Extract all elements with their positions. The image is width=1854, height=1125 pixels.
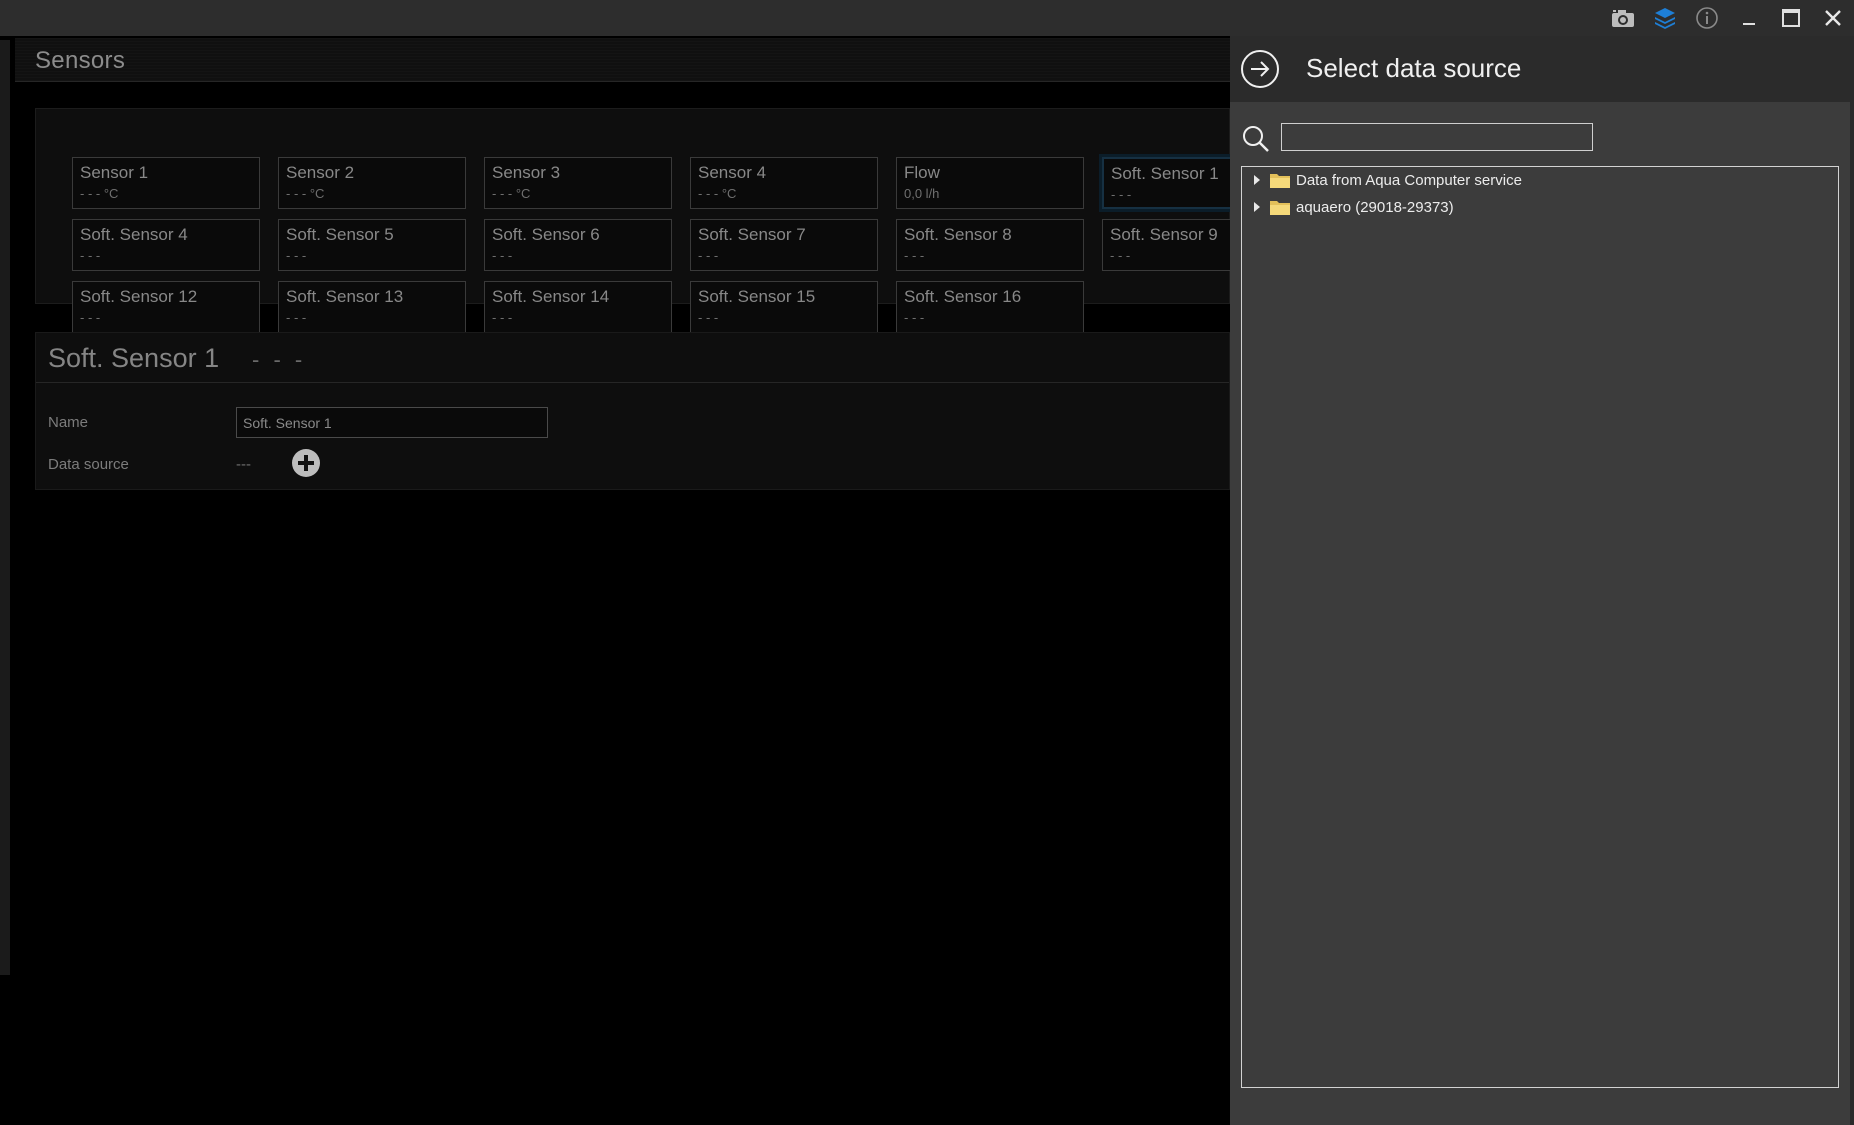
tree-item[interactable]: Data from Aqua Computer service — [1250, 168, 1522, 192]
tile-value: - - - — [1111, 187, 1132, 202]
tile-name: Soft. Sensor 16 — [904, 287, 1022, 306]
sensor-detail-panel: Soft. Sensor 1 - - - Name Data source --… — [35, 332, 1230, 490]
sensor-tile[interactable]: Sensor 2 - - - °C — [278, 157, 466, 209]
sensors-header: Sensors — [15, 38, 1230, 82]
select-datasource-drawer: Select data source Data from Aqua Comput… — [1230, 36, 1854, 1125]
drawer-title: Select data source — [1306, 53, 1522, 83]
tile-name: Soft. Sensor 1 — [1111, 164, 1219, 183]
detail-header: Soft. Sensor 1 - - - — [36, 333, 1229, 383]
tile-value: - - - — [286, 310, 307, 325]
minimize-icon[interactable] — [1728, 0, 1770, 36]
sensor-tile[interactable]: Flow 0,0 l/h — [896, 157, 1084, 209]
sensor-tile[interactable]: Soft. Sensor 13 - - - — [278, 281, 466, 333]
plus-circle-icon — [292, 449, 320, 477]
tile-name: Soft. Sensor 9 — [1110, 225, 1218, 244]
sensor-tile[interactable]: Soft. Sensor 14 - - - — [484, 281, 672, 333]
info-icon[interactable] — [1686, 0, 1728, 36]
sensor-tile[interactable]: Soft. Sensor 9 - - - — [1102, 219, 1232, 271]
sensor-tile[interactable]: Soft. Sensor 8 - - - — [896, 219, 1084, 271]
sensor-tile[interactable]: Sensor 1 - - - °C — [72, 157, 260, 209]
tile-name: Soft. Sensor 7 — [698, 225, 806, 244]
tile-name: Flow — [904, 163, 940, 182]
expand-arrow-icon[interactable] — [1250, 200, 1264, 214]
tile-name: Soft. Sensor 12 — [80, 287, 198, 306]
expand-arrow-icon[interactable] — [1250, 173, 1264, 187]
tile-name: Sensor 2 — [286, 163, 355, 182]
datasource-value: --- — [236, 456, 251, 473]
page-title: Sensors — [35, 47, 126, 74]
tile-name: Soft. Sensor 6 — [492, 225, 600, 244]
tree-item-label: Data from Aqua Computer service — [1296, 171, 1522, 189]
sensor-tile-selected[interactable]: Soft. Sensor 1 - - - — [1102, 157, 1232, 209]
tile-value: - - - — [698, 310, 719, 325]
tile-value: - - - °C — [492, 186, 531, 201]
tree-item[interactable]: aquaero (29018-29373) — [1250, 195, 1454, 219]
tile-name: Soft. Sensor 4 — [80, 225, 188, 244]
folder-icon — [1270, 172, 1290, 188]
drawer-close-button[interactable] — [1240, 49, 1280, 89]
tile-value: - - - °C — [286, 186, 325, 201]
tile-value: - - - °C — [698, 186, 737, 201]
detail-value: - - - — [252, 347, 307, 372]
sensor-tile[interactable]: Sensor 3 - - - °C — [484, 157, 672, 209]
sensor-tiles-panel: Sensor 1 - - - °C Sensor 2 - - - °C Sens… — [35, 108, 1232, 333]
sensor-tile[interactable]: Soft. Sensor 4 - - - — [72, 219, 260, 271]
tile-name: Soft. Sensor 13 — [286, 287, 404, 306]
arrow-right-circle-icon — [1241, 50, 1279, 88]
tile-name: Soft. Sensor 14 — [492, 287, 610, 306]
detail-title: Soft. Sensor 1 — [48, 343, 220, 373]
tile-value: - - - — [904, 248, 925, 263]
sensor-tile[interactable]: Sensor 4 - - - °C — [690, 157, 878, 209]
tile-value: - - - — [492, 248, 513, 263]
tile-name: Soft. Sensor 5 — [286, 225, 394, 244]
tile-name: Soft. Sensor 15 — [698, 287, 816, 306]
add-datasource-button[interactable] — [291, 448, 321, 478]
folder-icon — [1270, 199, 1290, 215]
left-scroll-strip — [0, 40, 10, 975]
tile-name: Sensor 3 — [492, 163, 561, 182]
name-field[interactable] — [236, 407, 548, 438]
layers-icon[interactable] — [1644, 0, 1686, 36]
datasource-search-input[interactable] — [1281, 123, 1593, 151]
tile-value: - - - — [698, 248, 719, 263]
sensor-tile[interactable]: Soft. Sensor 16 - - - — [896, 281, 1084, 333]
tile-value: - - - °C — [80, 186, 119, 201]
tile-name: Sensor 4 — [698, 163, 767, 182]
tree-item-label: aquaero (29018-29373) — [1296, 198, 1454, 216]
tile-value: - - - — [80, 310, 101, 325]
right-scrollbar[interactable] — [1850, 36, 1854, 1125]
sensor-tile[interactable]: Soft. Sensor 5 - - - — [278, 219, 466, 271]
tile-value: - - - — [492, 310, 513, 325]
tile-value: - - - — [1110, 248, 1131, 263]
sensor-tile[interactable]: Soft. Sensor 15 - - - — [690, 281, 878, 333]
camera-icon[interactable] — [1602, 0, 1644, 36]
sensor-tile[interactable]: Soft. Sensor 6 - - - — [484, 219, 672, 271]
search-icon — [1241, 124, 1271, 154]
main-content: Sensors Sensor 1 - - - °C Sensor 2 - - -… — [15, 38, 1232, 1125]
close-icon[interactable] — [1812, 0, 1854, 36]
drawer-header: Select data source — [1230, 36, 1854, 102]
tile-value: - - - — [904, 310, 925, 325]
tile-value: 0,0 l/h — [904, 186, 940, 201]
sensor-tile[interactable]: Soft. Sensor 12 - - - — [72, 281, 260, 333]
datasource-tree: Data from Aqua Computer service aquaero … — [1241, 166, 1839, 1088]
tile-name: Sensor 1 — [80, 163, 149, 182]
window-titlebar — [0, 0, 1854, 36]
titlebar-icons — [1602, 0, 1854, 36]
tile-value: - - - — [80, 248, 101, 263]
name-label: Name — [48, 414, 89, 431]
tile-value: - - - — [286, 248, 307, 263]
tile-name: Soft. Sensor 8 — [904, 225, 1012, 244]
datasource-label: Data source — [48, 456, 129, 473]
sensor-tile[interactable]: Soft. Sensor 7 - - - — [690, 219, 878, 271]
maximize-icon[interactable] — [1770, 0, 1812, 36]
